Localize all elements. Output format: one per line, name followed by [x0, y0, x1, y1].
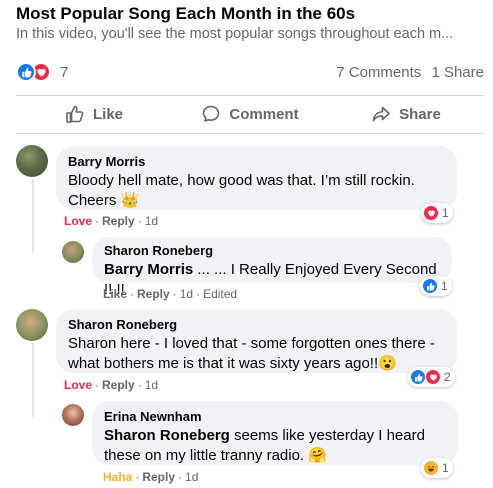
comment-author[interactable]: Barry Morris: [68, 154, 445, 169]
reply-bubble: Erina Newnham Sharon Roneberg seems like…: [92, 401, 458, 465]
comment-meta: Haha · Reply · 1d: [103, 470, 199, 484]
reaction-count: 1: [442, 461, 449, 475]
mention-link[interactable]: Barry Morris: [104, 261, 193, 278]
comment-author[interactable]: Sharon Roneberg: [68, 317, 445, 332]
comment-meta: Love · Reply · 1d: [64, 214, 159, 228]
comment-time[interactable]: 1d: [145, 214, 158, 228]
mention-link[interactable]: Sharon Roneberg: [104, 427, 230, 444]
reaction-icons[interactable]: [16, 62, 51, 82]
like-icon: [422, 278, 438, 294]
reaction-count: 1: [442, 206, 449, 220]
shares-count[interactable]: 1 Share: [431, 64, 484, 81]
avatar[interactable]: [16, 145, 48, 177]
thread-line: [32, 179, 34, 253]
comment-bubble: Sharon Roneberg Sharon here - I loved th…: [56, 309, 457, 373]
post-actions: Like Comment Share: [16, 98, 484, 130]
comment-bubble: Barry Morris Bloody hell mate, how good …: [56, 146, 457, 210]
like-icon: [410, 369, 426, 385]
share-icon: [372, 106, 390, 122]
love-icon: [425, 369, 441, 385]
comment-reactions[interactable]: 1: [421, 458, 453, 478]
comment-author[interactable]: Sharon Roneberg: [104, 243, 440, 258]
reaction-count: 2: [444, 370, 451, 384]
avatar[interactable]: [62, 404, 84, 426]
reaction-summary: 7 7 Comments 1 Share: [16, 62, 484, 84]
avatar[interactable]: [62, 241, 84, 263]
engagement-counts: 7 Comments 1 Share: [330, 64, 484, 81]
haha-icon: [423, 460, 439, 476]
thread-line: [32, 343, 34, 417]
reply-link[interactable]: Reply: [102, 214, 135, 228]
reply-link[interactable]: Reply: [102, 378, 135, 392]
like-reaction-link[interactable]: Like: [103, 287, 127, 301]
comment-reactions[interactable]: 1: [421, 203, 453, 223]
reply-link[interactable]: Reply: [142, 470, 175, 484]
avatar[interactable]: [16, 309, 48, 341]
like-button[interactable]: Like: [16, 98, 172, 130]
comment-time[interactable]: 1d: [185, 470, 198, 484]
reply-link[interactable]: Reply: [137, 287, 170, 301]
haha-reaction-link[interactable]: Haha: [103, 470, 132, 484]
comments-count[interactable]: 7 Comments: [336, 64, 421, 81]
comment-text: Bloody hell mate, how good was that. I’m…: [68, 172, 415, 209]
link-description[interactable]: In this video, you'll see the most popul…: [16, 26, 486, 42]
reply-bubble: Sharon Roneberg Barry Morris ... ... I R…: [92, 237, 452, 298]
comment-button[interactable]: Comment: [172, 98, 328, 130]
thumbs-up-icon: [66, 105, 84, 123]
love-reaction-link[interactable]: Love: [64, 378, 92, 392]
divider-bottom: [16, 133, 484, 134]
love-reaction-link[interactable]: Love: [64, 214, 92, 228]
like-button-label: Like: [92, 105, 123, 123]
link-title[interactable]: Most Popular Song Each Month in the 60s: [16, 4, 355, 24]
reaction-count: 1: [441, 279, 448, 293]
reaction-count[interactable]: 7: [60, 64, 68, 81]
comment-text: Sharon here - I loved that - some forgot…: [68, 335, 435, 372]
love-icon: [423, 205, 439, 221]
like-icon: [16, 62, 36, 82]
comment-text: Sharon Roneberg seems like yesterday I h…: [104, 426, 446, 466]
comment-reactions[interactable]: 2: [408, 367, 455, 387]
comment-time[interactable]: 1d: [180, 287, 193, 301]
comment-reactions[interactable]: 1: [420, 276, 452, 296]
share-button-label: Share: [399, 105, 441, 123]
comment-meta: Like · Reply · 1d · Edited: [103, 287, 238, 301]
comment-button-label: Comment: [229, 105, 299, 123]
edited-label[interactable]: Edited: [203, 287, 237, 301]
divider-top: [16, 95, 484, 96]
comment-icon: [203, 105, 220, 122]
comment-meta: Love · Reply · 1d: [64, 378, 159, 392]
share-button[interactable]: Share: [328, 98, 484, 130]
comment-time[interactable]: 1d: [145, 378, 158, 392]
comment-author[interactable]: Erina Newnham: [104, 409, 446, 424]
